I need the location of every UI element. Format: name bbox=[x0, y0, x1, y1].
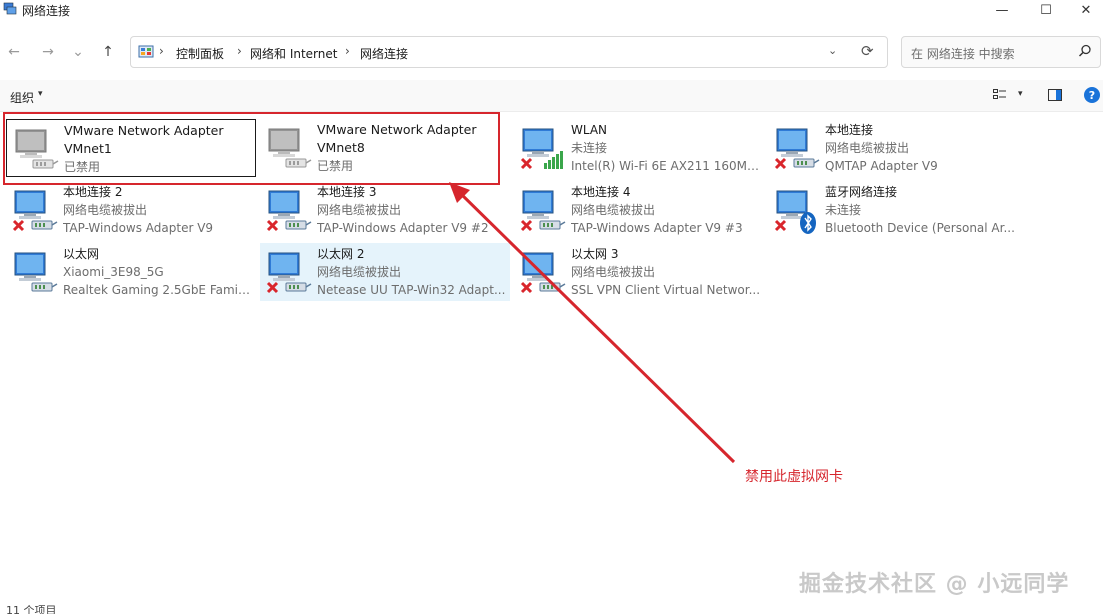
connection-status: 未连接 bbox=[825, 203, 862, 217]
status-bar: 11 个项目 bbox=[0, 600, 1103, 614]
connection-item[interactable]: 以太网 Xiaomi_3E98_5G Realtek Gaming 2.5GbE F… bbox=[6, 243, 256, 301]
network-adapter-icon bbox=[518, 249, 566, 297]
disconnected-x-icon bbox=[520, 157, 533, 170]
connection-item[interactable]: 本地连接 2 网络电缆被拔出 TAP-Windows Adapter V9 bbox=[6, 181, 256, 239]
connection-name: 本地连接 3 bbox=[317, 185, 377, 199]
disconnected-x-icon bbox=[266, 219, 279, 232]
breadcrumb-control-panel[interactable]: 控制面板 bbox=[176, 45, 224, 62]
disconnected-x-icon bbox=[520, 219, 533, 232]
network-adapter-icon bbox=[772, 125, 820, 173]
annotation-text: 禁用此虚拟网卡 bbox=[745, 469, 843, 485]
connection-item[interactable]: 以太网 3 网络电缆被拔出 SSL VPN Client Virtual Netwo… bbox=[514, 243, 764, 301]
network-cable-icon bbox=[285, 220, 312, 230]
window-title: 网络连接 bbox=[22, 4, 71, 18]
network-adapter-icon bbox=[264, 187, 312, 235]
connection-status: 网络电缆被拔出 bbox=[571, 203, 656, 217]
preview-pane-icon[interactable] bbox=[1048, 89, 1062, 101]
connection-status: 网络电缆被拔出 bbox=[317, 203, 402, 217]
connection-name: 本地连接 bbox=[825, 123, 874, 137]
connection-device: QMTAP Adapter V9 bbox=[825, 159, 938, 173]
refresh-button[interactable]: ⟳ bbox=[861, 42, 874, 60]
search-icon bbox=[1078, 44, 1091, 57]
connection-name: 本地连接 2 bbox=[63, 185, 123, 199]
title-bar: 网络连接 — ☐ ✕ bbox=[0, 0, 1103, 22]
connection-item[interactable]: WLAN 未连接 Intel(R) Wi-Fi 6E AX211 160MHz bbox=[514, 119, 764, 177]
breadcrumb-separator: › bbox=[345, 44, 350, 58]
connection-item[interactable]: 本地连接 4 网络电缆被拔出 TAP-Windows Adapter V9 #3 bbox=[514, 181, 764, 239]
view-options-icon[interactable] bbox=[993, 89, 1007, 101]
connection-status: Xiaomi_3E98_5G bbox=[63, 265, 164, 279]
connection-device: Realtek Gaming 2.5GbE Family... bbox=[63, 283, 253, 297]
disconnected-x-icon bbox=[12, 219, 25, 232]
recent-locations-button[interactable]: ⌄ bbox=[68, 43, 88, 61]
network-adapter-icon bbox=[264, 249, 312, 297]
network-cable-icon bbox=[539, 220, 566, 230]
network-cable-icon bbox=[539, 282, 566, 292]
connection-name: 蓝牙网络连接 bbox=[825, 185, 898, 199]
connection-name: 本地连接 4 bbox=[571, 185, 631, 199]
network-cable-icon bbox=[31, 220, 58, 230]
close-button[interactable]: ✕ bbox=[1064, 0, 1103, 20]
navigation-row: ← → ⌄ ↑ › 控制面板 › 网络和 Internet › 网络连接 ⌄ ⟳… bbox=[0, 22, 1103, 80]
connection-name: 以太网 2 bbox=[317, 247, 365, 261]
forward-button[interactable]: → bbox=[38, 43, 58, 61]
connection-device: Bluetooth Device (Personal Ar... bbox=[825, 221, 1015, 235]
connection-item[interactable]: 本地连接网络电缆被拔出 QMTAP Adapter V9 bbox=[768, 119, 1018, 177]
disconnected-x-icon bbox=[774, 157, 787, 170]
connection-status: 网络电缆被拔出 bbox=[63, 203, 148, 217]
connection-status: 网络电缆被拔出 bbox=[571, 265, 656, 279]
breadcrumb-separator: › bbox=[159, 44, 164, 58]
chevron-down-icon: ▾ bbox=[38, 89, 43, 99]
connection-device: TAP-Windows Adapter V9 #2 bbox=[317, 221, 489, 235]
annotation-highlight-box bbox=[3, 112, 500, 185]
organize-menu[interactable]: 组织 bbox=[10, 89, 34, 106]
minimize-button[interactable]: — bbox=[980, 0, 1024, 20]
command-bar: 组织 ▾ ▾ ? bbox=[0, 80, 1103, 112]
connection-device: SSL VPN Client Virtual Networ... bbox=[571, 283, 761, 297]
connection-status: 网络电缆被拔出 bbox=[825, 141, 910, 155]
back-button[interactable]: ← bbox=[4, 43, 24, 61]
maximize-button[interactable]: ☐ bbox=[1024, 0, 1068, 20]
item-count: 11 个项目 bbox=[6, 604, 57, 614]
connection-item[interactable]: 本地连接 3 网络电缆被拔出 TAP-Windows Adapter V9 #2 bbox=[260, 181, 510, 239]
network-adapter-icon bbox=[518, 187, 566, 235]
disconnected-x-icon bbox=[520, 281, 533, 294]
connection-device: Intel(R) Wi-Fi 6E AX211 160MHz bbox=[571, 159, 761, 173]
help-icon[interactable]: ? bbox=[1084, 87, 1100, 103]
connection-item[interactable]: 蓝牙网络连接 未连接 Bluetooth Device (Personal Ar..… bbox=[768, 181, 1018, 239]
wifi-signal-icon bbox=[544, 151, 563, 169]
connection-name: WLAN bbox=[571, 123, 608, 137]
watermark: 掘金技术社区 @ 小远同学 bbox=[799, 572, 1070, 597]
connection-device: TAP-Windows Adapter V9 #3 bbox=[571, 221, 743, 235]
breadcrumb-separator: › bbox=[237, 44, 242, 58]
breadcrumb-network-internet[interactable]: 网络和 Internet bbox=[250, 45, 337, 62]
network-connections-icon bbox=[3, 2, 17, 15]
disconnected-x-icon bbox=[266, 281, 279, 294]
connection-name: 以太网 3 bbox=[571, 247, 619, 261]
disconnected-x-icon bbox=[774, 219, 787, 232]
search-input[interactable]: 在 网络连接 中搜索 bbox=[901, 36, 1101, 68]
network-adapter-icon bbox=[10, 249, 58, 297]
chevron-down-icon[interactable]: ▾ bbox=[1018, 89, 1023, 99]
connection-status: 未连接 bbox=[571, 141, 608, 155]
bluetooth-icon bbox=[800, 212, 816, 234]
network-cable-icon bbox=[793, 158, 820, 168]
address-dropdown-button[interactable]: ⌄ bbox=[828, 44, 837, 57]
network-adapter-icon bbox=[772, 187, 820, 235]
network-cable-icon bbox=[285, 282, 312, 292]
connection-device: Netease UU TAP-Win32 Adapt... bbox=[317, 283, 506, 297]
network-cable-icon bbox=[31, 282, 58, 292]
network-adapter-icon bbox=[518, 125, 566, 173]
connection-status: 网络电缆被拔出 bbox=[317, 265, 402, 279]
network-adapter-icon bbox=[10, 187, 58, 235]
breadcrumb-network-connections[interactable]: 网络连接 bbox=[360, 45, 408, 62]
connection-device: TAP-Windows Adapter V9 bbox=[63, 221, 214, 235]
address-bar[interactable]: › 控制面板 › 网络和 Internet › 网络连接 ⌄ ⟳ bbox=[130, 36, 888, 68]
control-panel-icon bbox=[138, 45, 154, 58]
connection-item[interactable]: 以太网 2 网络电缆被拔出 Netease UU TAP-Win32 Adapt..… bbox=[260, 243, 510, 301]
connection-name: 以太网 bbox=[63, 247, 100, 261]
up-button[interactable]: ↑ bbox=[98, 43, 118, 61]
search-placeholder: 在 网络连接 中搜索 bbox=[911, 47, 1015, 61]
